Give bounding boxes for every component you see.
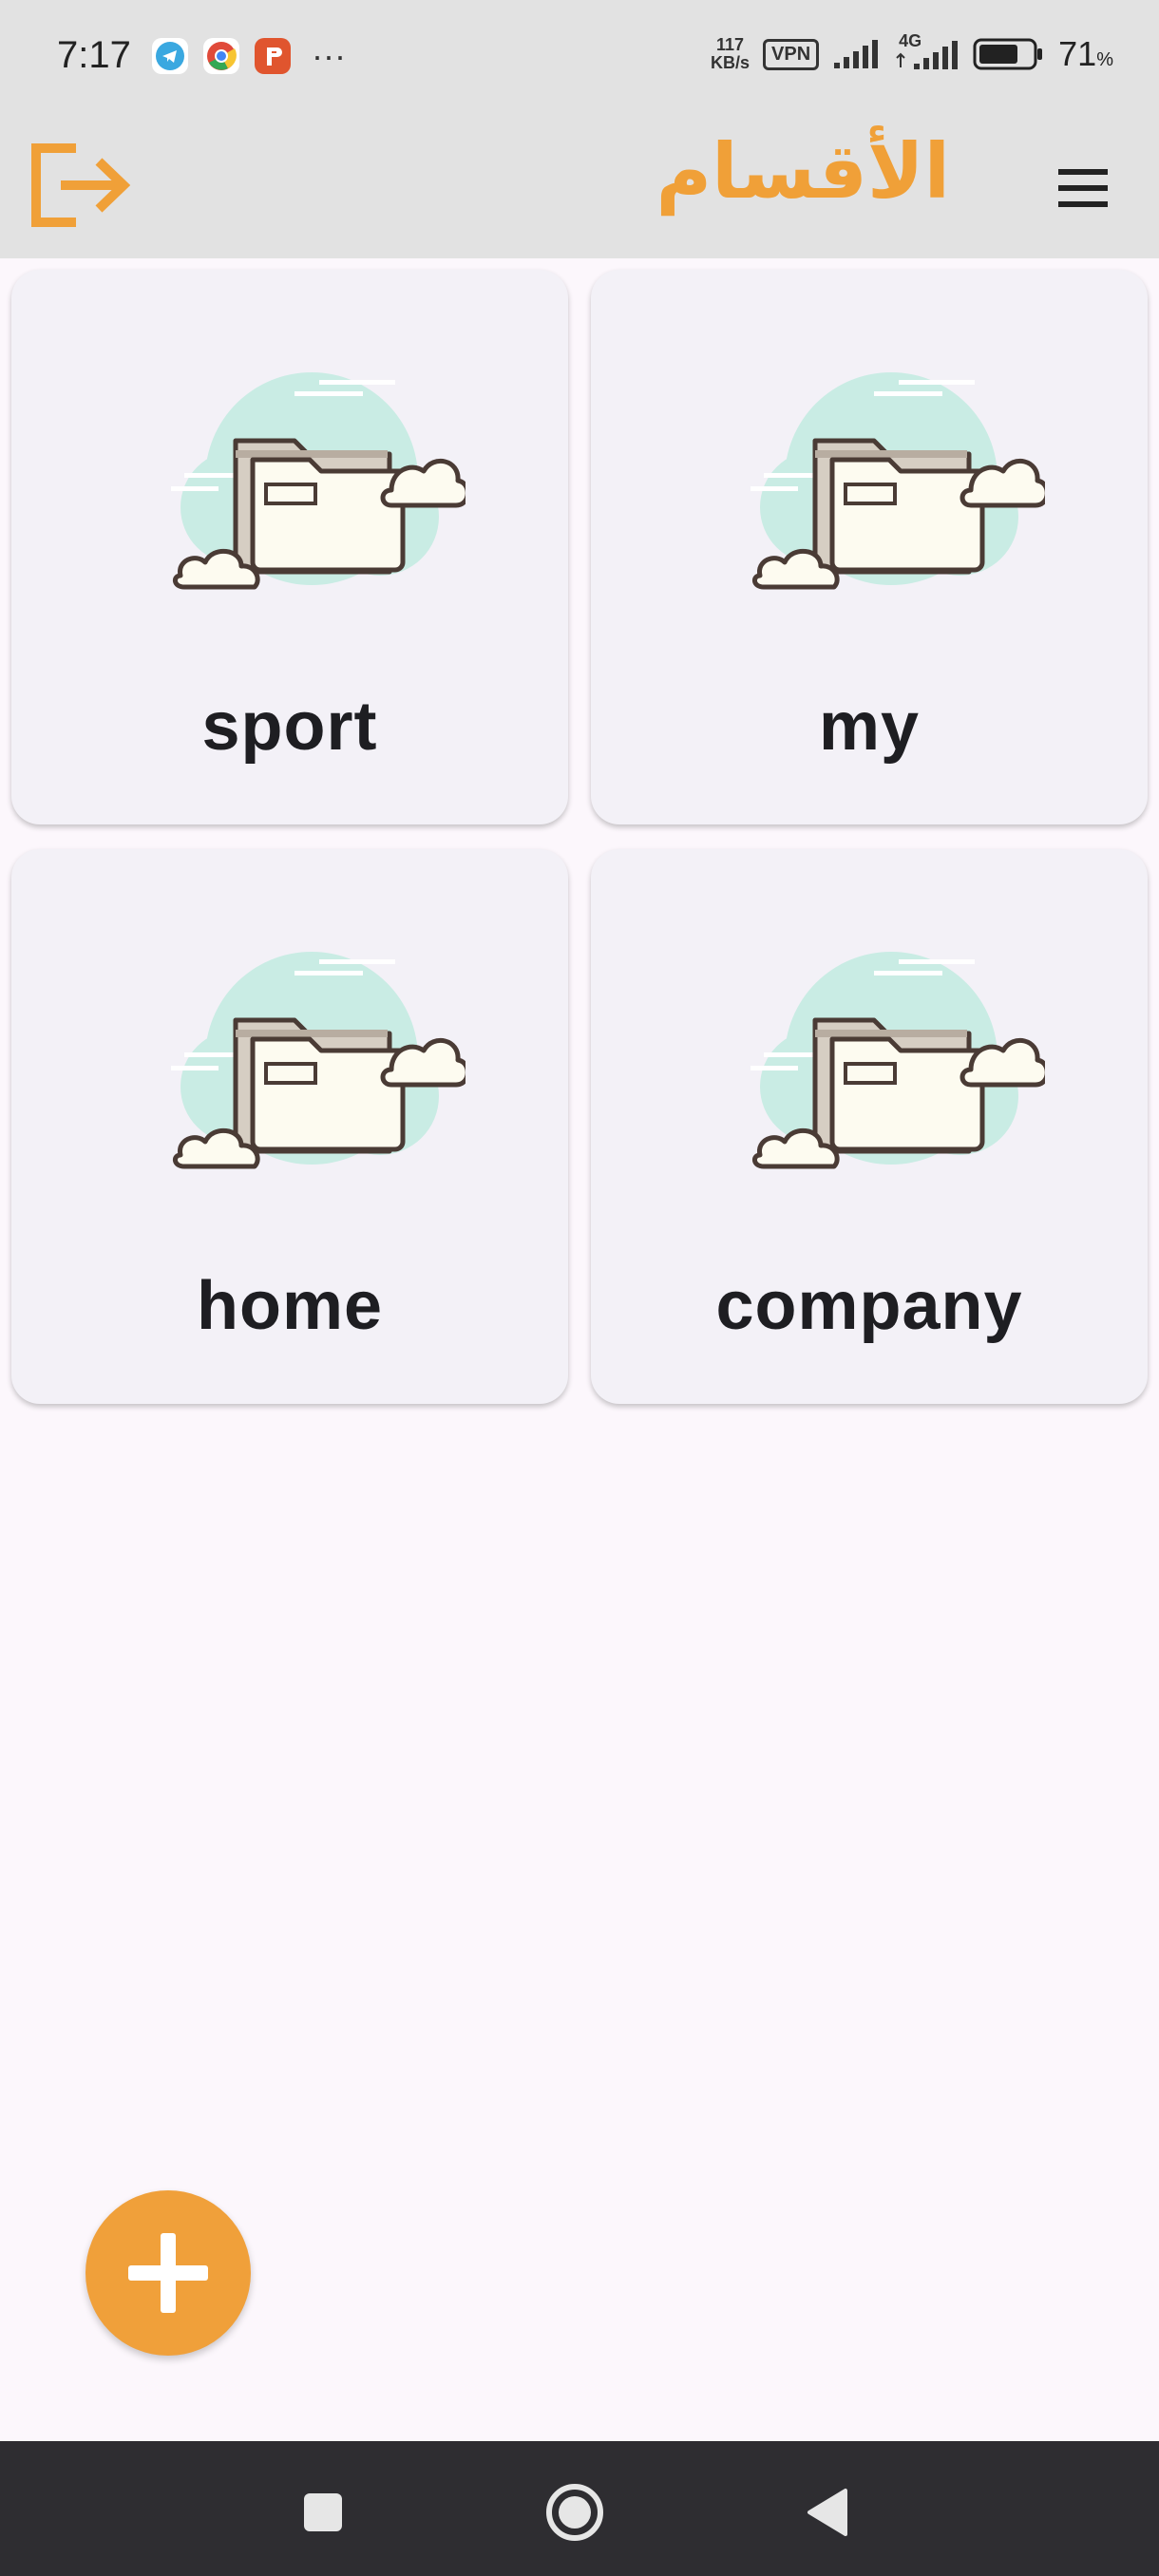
recents-square-icon — [304, 2493, 342, 2531]
signal-icon — [834, 40, 879, 68]
folder-cloud-icon — [722, 935, 1050, 1210]
folder-cloud-icon — [142, 355, 470, 631]
logout-button[interactable] — [27, 133, 131, 237]
category-card[interactable]: sport — [11, 270, 568, 824]
vpn-badge: VPN — [763, 38, 820, 70]
category-name: my — [818, 689, 921, 765]
psiphon-icon — [255, 38, 291, 74]
back-button[interactable] — [796, 2479, 863, 2546]
folder-cloud-icon — [142, 935, 470, 1210]
back-triangle-icon — [808, 2489, 847, 2536]
category-name: home — [196, 1268, 384, 1344]
category-name: company — [715, 1268, 1023, 1344]
network-speed-value: 117 — [716, 35, 745, 54]
menu-icon — [1058, 169, 1108, 207]
recents-button[interactable] — [290, 2479, 356, 2546]
status-bar: 7:17 ··· 117 KB/s VPN 4G 71% — [0, 0, 1159, 114]
app-bar: الأقسام — [0, 114, 1159, 258]
category-card[interactable]: company — [591, 849, 1148, 1404]
home-button[interactable] — [542, 2479, 608, 2546]
plus-icon — [128, 2233, 208, 2313]
system-nav-bar — [0, 2441, 1159, 2576]
battery-percent: 71% — [1058, 34, 1113, 73]
signal-4g-icon: 4G — [893, 31, 960, 73]
category-card[interactable]: home — [11, 849, 568, 1404]
status-indicators: 117 KB/s VPN 4G 71% — [711, 31, 1113, 74]
page-title: الأقسام — [656, 127, 950, 216]
network-speed: 117 KB/s — [711, 36, 750, 72]
add-category-button[interactable] — [86, 2190, 251, 2356]
more-notifications-icon: ··· — [312, 36, 346, 75]
telegram-icon — [152, 38, 188, 74]
menu-button[interactable] — [1054, 160, 1112, 217]
notification-icons: ··· — [152, 38, 346, 74]
logout-icon — [31, 143, 131, 227]
battery-icon — [973, 38, 1043, 70]
chrome-icon — [203, 38, 239, 74]
category-name: sport — [201, 689, 378, 765]
network-speed-unit: KB/s — [711, 53, 750, 72]
folder-cloud-icon — [722, 355, 1050, 631]
category-card[interactable]: my — [591, 270, 1148, 824]
home-circle-icon — [546, 2484, 603, 2541]
status-time: 7:17 — [57, 34, 131, 76]
